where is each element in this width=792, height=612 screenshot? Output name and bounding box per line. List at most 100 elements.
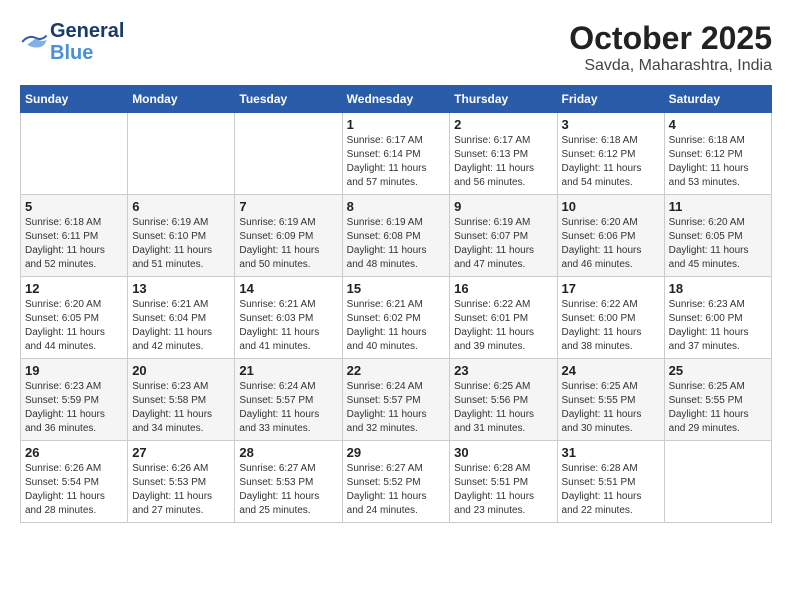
day-number: 13 [132, 281, 230, 296]
day-info: Sunrise: 6:25 AM Sunset: 5:55 PM Dayligh… [562, 380, 660, 436]
calendar-cell: 21 Sunrise: 6:24 AM Sunset: 5:57 PM Dayli… [235, 359, 342, 441]
day-number: 1 [347, 117, 446, 132]
calendar-cell: 10Sunrise: 6:20 AM Sunset: 6:06 PM Dayli… [557, 195, 664, 277]
day-number: 9 [454, 199, 552, 214]
day-info: Sunrise: 6:17 AM Sunset: 6:14 PM Dayligh… [347, 134, 446, 190]
calendar-cell: 5 Sunrise: 6:18 AM Sunset: 6:11 PM Daylig… [21, 195, 128, 277]
day-info: Sunrise: 6:19 AM Sunset: 6:09 PM Dayligh… [239, 216, 337, 272]
day-number: 19 [25, 363, 123, 378]
day-number: 18 [669, 281, 767, 296]
calendar-cell: 3Sunrise: 6:18 AM Sunset: 6:12 PM Daylig… [557, 113, 664, 195]
calendar-cell: 25 Sunrise: 6:25 AM Sunset: 5:55 PM Dayli… [664, 359, 771, 441]
day-number: 25 [669, 363, 767, 378]
calendar-cell: 16 Sunrise: 6:22 AM Sunset: 6:01 PM Dayli… [450, 277, 557, 359]
day-number: 30 [454, 445, 552, 460]
day-info: Sunrise: 6:26 AM Sunset: 5:53 PM Dayligh… [132, 462, 230, 518]
calendar-cell: 18 Sunrise: 6:23 AM Sunset: 6:00 PM Dayli… [664, 277, 771, 359]
calendar-title: October 2025 [569, 20, 772, 57]
weekday-header: Thursday [450, 86, 557, 113]
calendar-week-row: 26 Sunrise: 6:26 AM Sunset: 5:54 PM Dayli… [21, 441, 772, 523]
day-number: 20 [132, 363, 230, 378]
day-info: Sunrise: 6:27 AM Sunset: 5:52 PM Dayligh… [347, 462, 446, 518]
day-number: 4 [669, 117, 767, 132]
day-info: Sunrise: 6:20 AM Sunset: 6:05 PM Dayligh… [25, 298, 123, 354]
day-info: Sunrise: 6:19 AM Sunset: 6:07 PM Dayligh… [454, 216, 552, 272]
day-info: Sunrise: 6:23 AM Sunset: 5:59 PM Dayligh… [25, 380, 123, 436]
day-info: Sunrise: 6:21 AM Sunset: 6:02 PM Dayligh… [347, 298, 446, 354]
weekday-header: Monday [128, 86, 235, 113]
calendar-cell: 20 Sunrise: 6:23 AM Sunset: 5:58 PM Dayli… [128, 359, 235, 441]
day-number: 16 [454, 281, 552, 296]
day-info: Sunrise: 6:21 AM Sunset: 6:04 PM Dayligh… [132, 298, 230, 354]
logo-text: General Blue [50, 20, 124, 64]
calendar-header-row: SundayMondayTuesdayWednesdayThursdayFrid… [21, 86, 772, 113]
day-number: 8 [347, 199, 446, 214]
calendar-cell [128, 113, 235, 195]
weekday-header: Friday [557, 86, 664, 113]
day-number: 6 [132, 199, 230, 214]
day-info: Sunrise: 6:23 AM Sunset: 6:00 PM Dayligh… [669, 298, 767, 354]
day-info: Sunrise: 6:24 AM Sunset: 5:57 PM Dayligh… [239, 380, 337, 436]
calendar-cell: 28 Sunrise: 6:27 AM Sunset: 5:53 PM Dayli… [235, 441, 342, 523]
day-info: Sunrise: 6:23 AM Sunset: 5:58 PM Dayligh… [132, 380, 230, 436]
calendar-week-row: 1 Sunrise: 6:17 AM Sunset: 6:14 PM Daylig… [21, 113, 772, 195]
day-number: 5 [25, 199, 123, 214]
calendar-week-row: 12Sunrise: 6:20 AM Sunset: 6:05 PM Dayli… [21, 277, 772, 359]
calendar-cell: 29Sunrise: 6:27 AM Sunset: 5:52 PM Dayli… [342, 441, 450, 523]
day-info: Sunrise: 6:22 AM Sunset: 6:00 PM Dayligh… [562, 298, 660, 354]
day-info: Sunrise: 6:19 AM Sunset: 6:08 PM Dayligh… [347, 216, 446, 272]
calendar-cell: 17Sunrise: 6:22 AM Sunset: 6:00 PM Dayli… [557, 277, 664, 359]
weekday-header: Wednesday [342, 86, 450, 113]
calendar-table: SundayMondayTuesdayWednesdayThursdayFrid… [20, 85, 772, 523]
calendar-cell: 7 Sunrise: 6:19 AM Sunset: 6:09 PM Daylig… [235, 195, 342, 277]
day-info: Sunrise: 6:26 AM Sunset: 5:54 PM Dayligh… [25, 462, 123, 518]
calendar-cell: 24Sunrise: 6:25 AM Sunset: 5:55 PM Dayli… [557, 359, 664, 441]
calendar-week-row: 19 Sunrise: 6:23 AM Sunset: 5:59 PM Dayli… [21, 359, 772, 441]
calendar-cell: 22Sunrise: 6:24 AM Sunset: 5:57 PM Dayli… [342, 359, 450, 441]
title-block: October 2025 Savda, Maharashtra, India [569, 20, 772, 75]
calendar-cell: 31 Sunrise: 6:28 AM Sunset: 5:51 PM Dayli… [557, 441, 664, 523]
calendar-cell: 14 Sunrise: 6:21 AM Sunset: 6:03 PM Dayli… [235, 277, 342, 359]
day-number: 14 [239, 281, 337, 296]
day-info: Sunrise: 6:27 AM Sunset: 5:53 PM Dayligh… [239, 462, 337, 518]
day-info: Sunrise: 6:20 AM Sunset: 6:06 PM Dayligh… [562, 216, 660, 272]
calendar-cell [664, 441, 771, 523]
day-info: Sunrise: 6:22 AM Sunset: 6:01 PM Dayligh… [454, 298, 552, 354]
day-number: 2 [454, 117, 552, 132]
day-info: Sunrise: 6:19 AM Sunset: 6:10 PM Dayligh… [132, 216, 230, 272]
day-number: 21 [239, 363, 337, 378]
weekday-header: Sunday [21, 86, 128, 113]
calendar-cell: 15 Sunrise: 6:21 AM Sunset: 6:02 PM Dayli… [342, 277, 450, 359]
calendar-cell: 2 Sunrise: 6:17 AM Sunset: 6:13 PM Daylig… [450, 113, 557, 195]
day-number: 7 [239, 199, 337, 214]
calendar-cell: 12Sunrise: 6:20 AM Sunset: 6:05 PM Dayli… [21, 277, 128, 359]
calendar-cell: 6 Sunrise: 6:19 AM Sunset: 6:10 PM Daylig… [128, 195, 235, 277]
calendar-cell [21, 113, 128, 195]
day-info: Sunrise: 6:17 AM Sunset: 6:13 PM Dayligh… [454, 134, 552, 190]
calendar-cell: 4 Sunrise: 6:18 AM Sunset: 6:12 PM Daylig… [664, 113, 771, 195]
day-number: 28 [239, 445, 337, 460]
weekday-header: Tuesday [235, 86, 342, 113]
calendar-cell: 19 Sunrise: 6:23 AM Sunset: 5:59 PM Dayli… [21, 359, 128, 441]
calendar-subtitle: Savda, Maharashtra, India [569, 57, 772, 75]
calendar-cell: 1 Sunrise: 6:17 AM Sunset: 6:14 PM Daylig… [342, 113, 450, 195]
logo-icon [20, 33, 50, 51]
day-info: Sunrise: 6:24 AM Sunset: 5:57 PM Dayligh… [347, 380, 446, 436]
day-info: Sunrise: 6:28 AM Sunset: 5:51 PM Dayligh… [562, 462, 660, 518]
day-info: Sunrise: 6:18 AM Sunset: 6:12 PM Dayligh… [669, 134, 767, 190]
day-info: Sunrise: 6:18 AM Sunset: 6:12 PM Dayligh… [562, 134, 660, 190]
day-number: 26 [25, 445, 123, 460]
page-header: General Blue October 2025 Savda, Maharas… [20, 20, 772, 75]
day-info: Sunrise: 6:21 AM Sunset: 6:03 PM Dayligh… [239, 298, 337, 354]
day-info: Sunrise: 6:18 AM Sunset: 6:11 PM Dayligh… [25, 216, 123, 272]
day-number: 31 [562, 445, 660, 460]
calendar-cell: 8 Sunrise: 6:19 AM Sunset: 6:08 PM Daylig… [342, 195, 450, 277]
day-number: 11 [669, 199, 767, 214]
day-number: 23 [454, 363, 552, 378]
day-info: Sunrise: 6:25 AM Sunset: 5:56 PM Dayligh… [454, 380, 552, 436]
logo: General Blue [20, 20, 124, 64]
day-number: 15 [347, 281, 446, 296]
calendar-cell: 30Sunrise: 6:28 AM Sunset: 5:51 PM Dayli… [450, 441, 557, 523]
day-info: Sunrise: 6:25 AM Sunset: 5:55 PM Dayligh… [669, 380, 767, 436]
day-info: Sunrise: 6:20 AM Sunset: 6:05 PM Dayligh… [669, 216, 767, 272]
